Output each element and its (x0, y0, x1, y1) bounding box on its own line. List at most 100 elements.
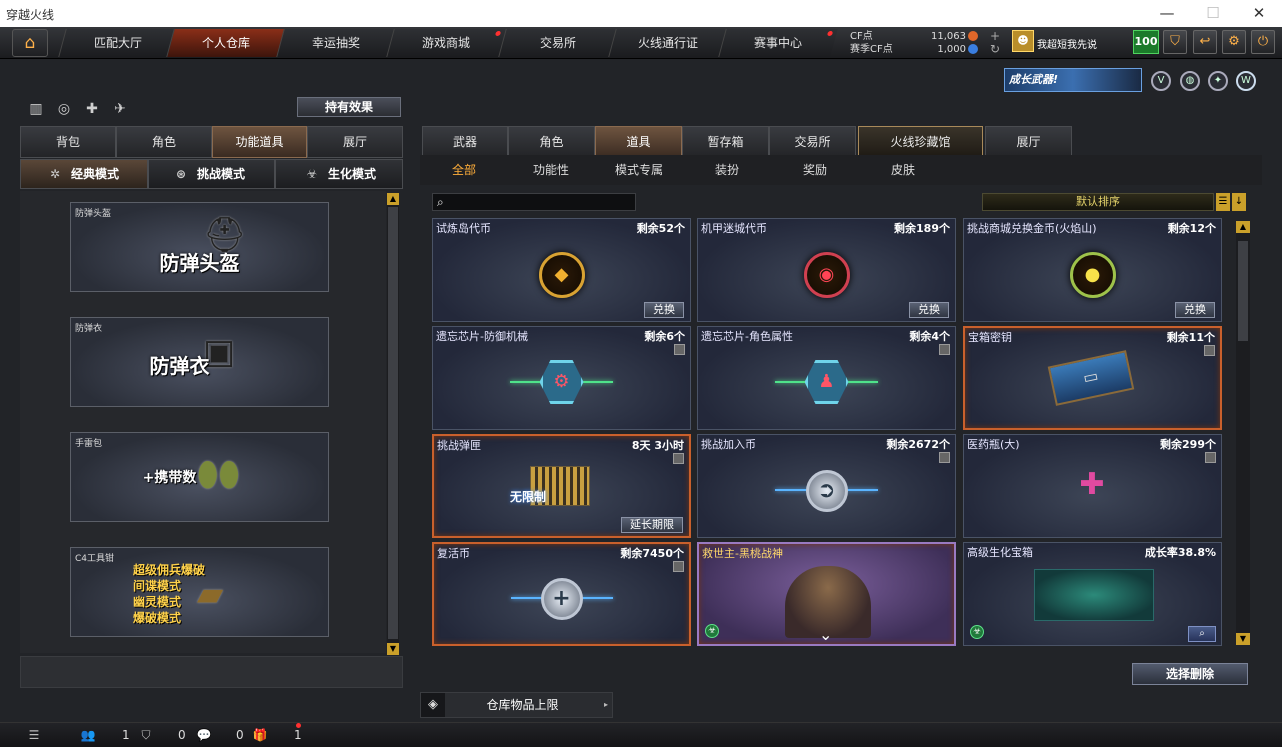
scroll-up-icon[interactable]: ▲ (387, 193, 399, 205)
slot-body-armor[interactable]: 防弹衣 ▣ 防弹衣 (70, 317, 329, 407)
tab-collection-hall[interactable]: 火线珍藏馆 (858, 126, 983, 158)
extend-duration-button[interactable]: 延长期限 (621, 517, 683, 533)
globe-icon[interactable]: ◍ (1180, 71, 1200, 91)
nav-tab-event-center[interactable]: 赛事中心 (718, 29, 838, 57)
item-card[interactable]: 机甲迷城代币 剩余189个 ◉ 兑换 (697, 218, 956, 322)
subtab-functional[interactable]: 功能性 (507, 155, 595, 185)
friends-icon[interactable]: 👥 (80, 727, 96, 743)
gift-icon[interactable]: 🎁 (252, 727, 268, 743)
tab-temp-box[interactable]: 暂存箱 (682, 126, 769, 158)
select-delete-button[interactable]: 选择删除 (1132, 663, 1248, 685)
left-scrollbar[interactable]: ▲ ▼ (387, 193, 399, 655)
item-card[interactable]: 救世主-黑桃战神 ☣ ⌄ (697, 542, 956, 646)
right-scrollbar[interactable]: ▲ ▼ (1236, 221, 1250, 645)
tab-function-items[interactable]: 功能道具 (212, 126, 307, 158)
lock-icon[interactable] (674, 344, 685, 355)
back-icon[interactable]: ↩ (1193, 30, 1217, 54)
tab-props[interactable]: 道具 (595, 126, 682, 158)
subtab-reward[interactable]: 奖励 (771, 155, 859, 185)
nav-tab-exchange[interactable]: 交易所 (498, 29, 618, 57)
pet-icon[interactable]: ✈ (110, 99, 130, 119)
exchange-button[interactable]: 兑换 (644, 302, 684, 318)
scroll-up-icon[interactable]: ▲ (1236, 221, 1250, 233)
item-card[interactable]: 挑战加入币 剩余2672个 ➲ (697, 434, 956, 538)
item-card[interactable]: 遗忘芯片-防御机械 剩余6个 ⚙ (432, 326, 691, 430)
shield-small-icon[interactable]: ⛉ (138, 727, 154, 743)
item-card[interactable]: 试炼岛代币 剩余52个 ◆ 兑换 (432, 218, 691, 322)
close-button[interactable]: ✕ (1236, 0, 1282, 27)
scroll-thumb[interactable] (388, 207, 398, 639)
holding-effect-button[interactable]: 持有效果 (297, 97, 401, 117)
mode-biochemical[interactable]: ☣ 生化模式 (275, 159, 403, 189)
nav-tab-personal-storage[interactable]: 个人仓库 (166, 29, 286, 57)
tab-exchange[interactable]: 交易所 (769, 126, 856, 158)
exchange-button[interactable]: 兑换 (1175, 302, 1215, 318)
tab-bag[interactable]: 背包 (20, 126, 116, 158)
sort-direction-icon[interactable]: ↓ (1232, 193, 1246, 211)
nav-tab-match-hall[interactable]: 匹配大厅 (58, 29, 178, 57)
stats-icon[interactable]: ▥ (26, 99, 46, 119)
mode-challenge[interactable]: ⊛ 挑战模式 (148, 159, 275, 189)
w-logo-icon[interactable]: W (1236, 71, 1256, 91)
growth-weapon-banner[interactable]: 成长武器! (1004, 68, 1142, 92)
menu-list-icon[interactable]: ☰ (26, 727, 42, 743)
item-card[interactable]: 挑战商城兑换金币(火焰山) 剩余12个 ● 兑换 (963, 218, 1222, 322)
slot-helmet[interactable]: 防弹头盔 ⛑ 防弹头盔 (70, 202, 329, 292)
tab-weapons[interactable]: 武器 (422, 126, 508, 158)
nav-tab-lucky-draw[interactable]: 幸运抽奖 (276, 29, 396, 57)
item-card[interactable]: 宝箱密钥 剩余11个 ▭ (963, 326, 1222, 430)
record-icon[interactable]: ◎ (54, 99, 74, 119)
lock-icon[interactable] (939, 452, 950, 463)
maximize-button[interactable]: ☐ (1190, 0, 1236, 27)
item-card[interactable]: 医药瓶(大) 剩余299个 ✚ (963, 434, 1222, 538)
storage-capacity-bar[interactable]: ◈ 仓库物品上限 ▸ (420, 692, 613, 718)
item-count: 剩余4个 (909, 330, 950, 343)
gear-icon[interactable]: ⚙ (1222, 30, 1246, 54)
lock-icon[interactable] (939, 344, 950, 355)
power-icon[interactable]: ⏻ (1251, 30, 1275, 54)
tab-showroom[interactable]: 展厅 (985, 126, 1072, 158)
home-icon[interactable]: ⌂ (12, 29, 48, 57)
lock-icon[interactable] (1205, 452, 1216, 463)
nav-tab-game-mall[interactable]: 游戏商城 (386, 29, 506, 57)
subtab-mode-exclusive[interactable]: 模式专属 (595, 155, 683, 185)
subtab-decor[interactable]: 装扮 (683, 155, 771, 185)
list-view-icon[interactable]: ☰ (1216, 193, 1230, 211)
nav-tab-battle-pass[interactable]: 火线通行证 (608, 29, 728, 57)
item-card[interactable]: 高级生化宝箱 成长率38.8% ☣ ⌕ (963, 542, 1222, 646)
shield-icon[interactable]: ⛉ (1163, 30, 1187, 54)
rank-badge-icon[interactable]: V (1151, 71, 1171, 91)
user-info[interactable]: ☻ 我超短我先说 (1010, 29, 1130, 55)
subtab-skin[interactable]: 皮肤 (859, 155, 947, 185)
item-card[interactable]: 挑战弹匣 8天 3小时 无限制 延长期限 (432, 434, 691, 538)
slot-title: +携带数 (142, 470, 197, 486)
sort-select[interactable]: 默认排序 (982, 193, 1214, 211)
exchange-button[interactable]: 兑换 (909, 302, 949, 318)
tab-showroom[interactable]: 展厅 (307, 126, 403, 158)
challenge-mode-icon: ⊛ (175, 167, 187, 181)
tab-characters[interactable]: 角色 (508, 126, 595, 158)
rocket-icon[interactable]: ✦ (1208, 71, 1228, 91)
character-icon[interactable]: ✚ (82, 99, 102, 119)
search-input[interactable]: ⌕ (432, 193, 636, 211)
tab-character[interactable]: 角色 (116, 126, 212, 158)
mode-label: 经典模式 (71, 167, 120, 181)
slot-grenade-pack[interactable]: 手雷包 ⬮⬮ +携带数 (70, 432, 329, 522)
expand-chevron-icon[interactable]: ⌄ (819, 625, 832, 644)
item-card[interactable]: 遗忘芯片-角色属性 剩余4个 ♟ (697, 326, 956, 430)
mode-classic[interactable]: ✲ 经典模式 (20, 159, 148, 189)
shield-count: 0 (178, 728, 186, 742)
scroll-down-icon[interactable]: ▼ (387, 643, 399, 655)
inspect-icon[interactable]: ⌕ (1188, 626, 1216, 642)
refresh-icon[interactable]: ↻ (990, 43, 1000, 56)
minimize-button[interactable]: — (1144, 0, 1190, 27)
subtab-all[interactable]: 全部 (420, 155, 508, 185)
item-card[interactable]: 复活币 剩余7450个 + (432, 542, 691, 646)
chat-icon[interactable]: 💬 (196, 727, 212, 743)
lock-icon[interactable] (673, 561, 684, 572)
scroll-down-icon[interactable]: ▼ (1236, 633, 1250, 645)
lock-icon[interactable] (1204, 345, 1215, 356)
scroll-thumb[interactable] (1238, 241, 1248, 341)
slot-c4-pliers[interactable]: C4工具钳 ▰ 超级佣兵爆破 间谍模式 幽灵模式 爆破模式 (70, 547, 329, 637)
lock-icon[interactable] (673, 453, 684, 464)
